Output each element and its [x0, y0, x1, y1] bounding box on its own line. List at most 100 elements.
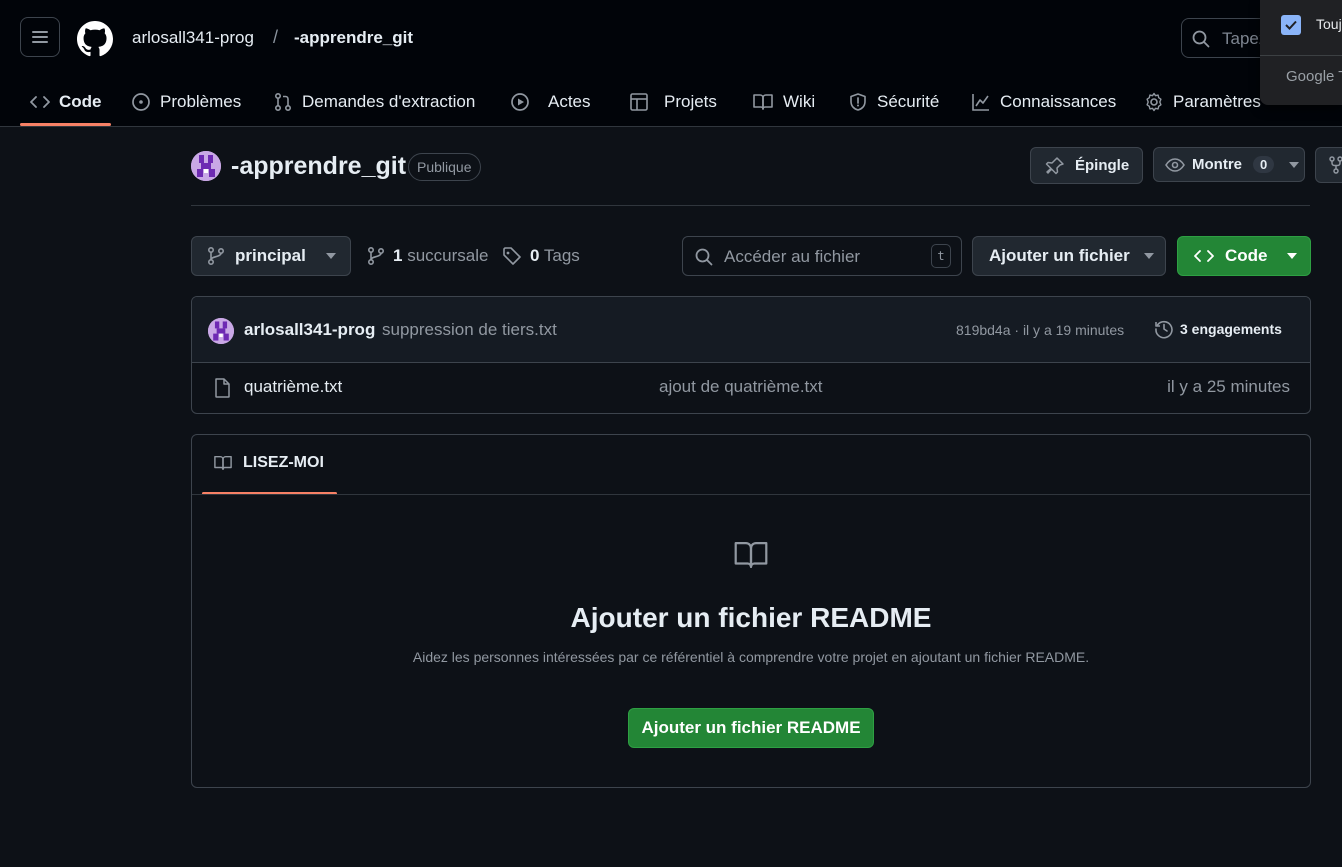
branch-name: principal: [235, 246, 306, 265]
avatar[interactable]: [208, 318, 234, 344]
branch-selector[interactable]: principal: [191, 236, 351, 276]
readme-tab-label: LISEZ-MOI: [243, 454, 324, 471]
commits-count: 3 engagements: [1180, 321, 1282, 337]
repo-title[interactable]: -apprendre_git: [231, 152, 406, 181]
commit-message[interactable]: suppression de tiers.txt: [382, 320, 557, 340]
keyboard-shortcut-hint: t: [931, 244, 951, 268]
add-file-button[interactable]: Ajouter un fichier: [972, 236, 1166, 276]
pin-button[interactable]: Épingle: [1030, 147, 1143, 184]
tags-link[interactable]: 0 Tags: [502, 236, 580, 276]
google-translate-label: Google T: [1286, 68, 1342, 85]
search-icon: [695, 248, 713, 266]
code-icon: [30, 96, 50, 108]
visibility-badge: Publique: [408, 153, 481, 181]
table-row: quatrième.txt ajout de quatrième.txt il …: [192, 363, 1310, 413]
tab-wiki[interactable]: Wiki: [752, 77, 815, 127]
readme-heading: Ajouter un fichier README: [570, 602, 932, 633]
file-table: arlosall341-prog suppression de tiers.tx…: [191, 296, 1311, 414]
go-to-file-input[interactable]: Accéder au fichier t: [682, 236, 962, 276]
tab-projects-label: Projets: [664, 92, 717, 111]
file-commit-time: il y a 25 minutes: [1167, 377, 1290, 396]
tab-pull-requests[interactable]: Demandes d'extraction: [273, 77, 475, 127]
tags-count: 0: [530, 246, 540, 265]
fork-button[interactable]: [1315, 147, 1342, 183]
watch-button[interactable]: Montre 0: [1153, 147, 1305, 182]
github-logo-icon[interactable]: [77, 21, 113, 57]
tags-label: Tags: [543, 246, 580, 265]
fork-icon: [1329, 156, 1342, 174]
active-tab-underline: [20, 123, 111, 126]
tab-settings[interactable]: Paramètres: [1144, 77, 1261, 127]
add-file-label: Ajouter un fichier: [989, 246, 1130, 265]
checkbox-label: Touj: [1316, 16, 1342, 32]
tab-actions[interactable]: Actes: [510, 77, 591, 127]
history-icon: [1155, 320, 1173, 339]
tab-code-label: Code: [59, 92, 102, 111]
latest-commit-row: arlosall341-prog suppression de tiers.tx…: [192, 297, 1310, 363]
branches-label: succursale: [407, 246, 489, 265]
translate-popup: Touj Google T: [1260, 0, 1342, 105]
readme-panel: LISEZ-MOI Ajouter un fichier README Aide…: [191, 434, 1311, 788]
branches-link[interactable]: 1 succursale: [367, 236, 488, 276]
pull-request-icon: [274, 92, 292, 112]
code-icon: [1194, 250, 1214, 262]
search-icon: [1192, 30, 1210, 48]
shield-icon: [850, 93, 866, 111]
pin-icon: [1045, 156, 1064, 174]
code-button[interactable]: Code: [1177, 236, 1311, 276]
tab-wiki-label: Wiki: [783, 92, 816, 111]
file-commit-message[interactable]: ajout de quatrième.txt: [659, 377, 822, 397]
play-icon: [511, 93, 529, 111]
eye-icon: [1165, 157, 1185, 172]
commits-history-link[interactable]: 3 engagements: [1154, 319, 1282, 339]
always-translate-checkbox[interactable]: [1281, 15, 1301, 35]
branch-icon: [207, 246, 225, 266]
tab-pull-requests-label: Demandes d'extraction: [302, 92, 476, 111]
book-icon: [734, 541, 768, 569]
commit-hash-time[interactable]: 819bd4a · il y a 19 minutes: [956, 322, 1124, 338]
book-icon: [753, 94, 773, 110]
file-name-link[interactable]: quatrième.txt: [244, 377, 342, 397]
tab-readme[interactable]: LISEZ-MOI: [212, 454, 324, 472]
tab-settings-label: Paramètres: [1173, 92, 1261, 111]
chevron-down-icon: [1143, 253, 1154, 259]
tab-issues-label: Problèmes: [160, 92, 242, 111]
breadcrumb-separator: /: [273, 27, 279, 47]
graph-icon: [972, 94, 989, 111]
chevron-down-icon: [1289, 161, 1300, 168]
issue-icon: [132, 93, 150, 111]
branches-count: 1: [393, 246, 403, 265]
watch-label: Montre: [1192, 156, 1242, 173]
tab-insights[interactable]: Connaissances: [971, 77, 1116, 127]
breadcrumb-repo[interactable]: -apprendre_git: [294, 28, 413, 48]
tab-code[interactable]: Code: [30, 77, 102, 127]
tab-security-label: Sécurité: [877, 92, 940, 111]
popup-divider: [1260, 55, 1342, 56]
top-header: arlosall341-prog / -apprendre_git Tapez …: [0, 0, 1342, 127]
repo-owner-avatar[interactable]: [191, 151, 221, 181]
code-button-label: Code: [1225, 246, 1268, 265]
chevron-down-icon: [1286, 253, 1297, 259]
menu-button[interactable]: [20, 17, 60, 57]
add-readme-button[interactable]: Ajouter un fichier README: [628, 708, 874, 748]
tab-projects[interactable]: Projets: [629, 77, 717, 127]
breadcrumb-owner[interactable]: arlosall341-prog: [132, 28, 254, 48]
tab-issues[interactable]: Problèmes: [131, 77, 241, 127]
hamburger-icon: [32, 31, 48, 43]
branch-icon: [367, 246, 385, 266]
tab-actions-label: Actes: [548, 92, 591, 111]
readme-divider: [192, 494, 1310, 495]
title-divider: [191, 205, 1310, 206]
tag-icon: [503, 247, 521, 265]
tab-insights-label: Connaissances: [1000, 92, 1117, 111]
repo-nav: Code Problèmes Demandes d'extraction Act…: [0, 77, 1342, 127]
tab-security[interactable]: Sécurité: [848, 77, 939, 127]
chevron-down-icon: [325, 253, 336, 259]
go-to-file-placeholder: Accéder au fichier: [724, 247, 861, 266]
readme-description: Aidez les personnes intéressées par ce r…: [412, 649, 1090, 665]
commit-author[interactable]: arlosall341-prog: [244, 320, 375, 340]
table-icon: [630, 93, 648, 111]
watch-count: 0: [1253, 156, 1275, 173]
gear-icon: [1146, 92, 1162, 112]
book-icon: [214, 455, 232, 471]
